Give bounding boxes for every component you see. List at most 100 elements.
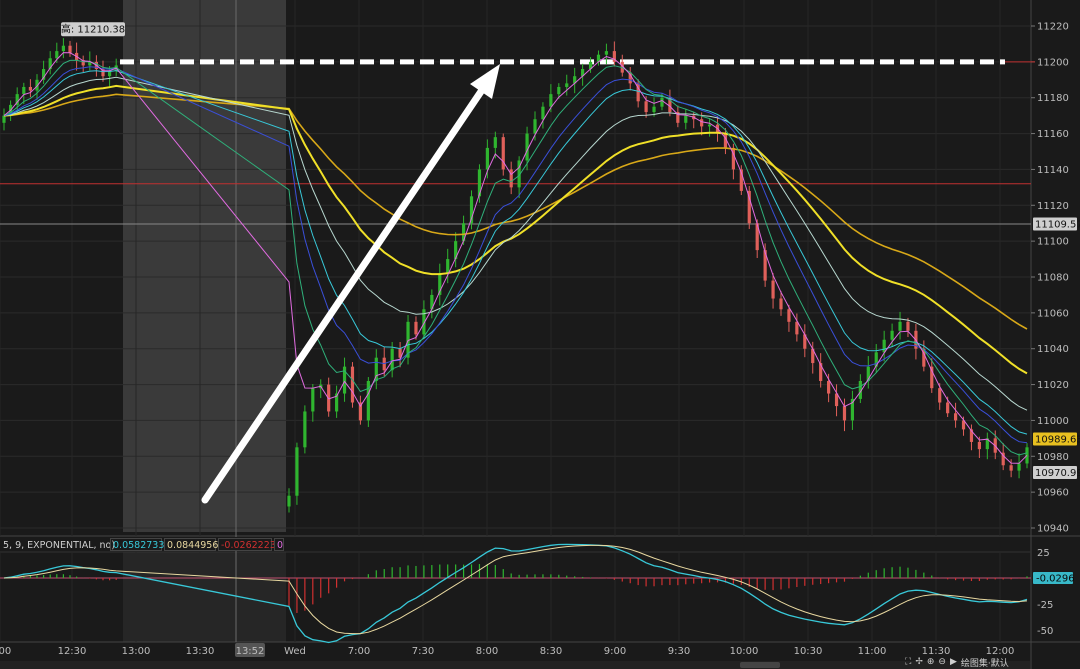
- drawing-icon[interactable]: ⛶: [905, 657, 911, 667]
- candle-body: [22, 86, 26, 95]
- candle-body: [795, 321, 799, 335]
- zoom-out-icon[interactable]: ⊖: [938, 657, 946, 667]
- candle-body: [525, 133, 529, 161]
- chart-toolbar: ⛶ ✢ ⊕ ⊖ ▶ 绘图集·默认: [905, 655, 1080, 669]
- time-tick-label: Wed: [284, 646, 306, 657]
- play-icon[interactable]: ▶: [950, 657, 957, 667]
- price-tick-label: 10940: [1037, 524, 1069, 535]
- candle-body: [787, 309, 791, 322]
- resistance-axis-tick: [1031, 61, 1035, 63]
- candle-body: [684, 115, 688, 123]
- price-tick-label: 11140: [1037, 165, 1069, 176]
- time-tick-label: 11:00: [858, 646, 887, 657]
- price-tick-label: 11060: [1037, 308, 1069, 319]
- candle-body: [946, 402, 950, 414]
- candle-body: [842, 406, 847, 421]
- candle-body: [1017, 463, 1021, 471]
- macd-legend: 5, 9, EXPONENTIAL, no)0.0582733 0.0844956…: [0, 537, 284, 551]
- time-tick-label: 10:30: [794, 646, 823, 657]
- horizontal-scrollbar[interactable]: [0, 661, 1030, 669]
- candle-body: [707, 124, 712, 127]
- candle-body: [906, 321, 910, 331]
- candle-body: [2, 115, 6, 123]
- candle-body: [604, 51, 609, 55]
- macd-extended-shade: [123, 552, 286, 642]
- candle-body: [414, 321, 418, 335]
- candle-body: [882, 339, 886, 353]
- zoom-in-icon[interactable]: ⊕: [927, 657, 935, 667]
- time-tick-label: 13:00: [122, 646, 151, 657]
- macd-legend-item: 0.0844956: [167, 540, 218, 551]
- candle-body: [977, 441, 981, 450]
- candle-body: [350, 366, 355, 403]
- candle-body: [390, 348, 394, 371]
- candle-body: [28, 86, 32, 91]
- candle-body: [898, 321, 902, 331]
- candle-body: [501, 137, 505, 170]
- candle-body: [485, 147, 489, 170]
- candle-body: [953, 413, 958, 421]
- price-tick-label: 11200: [1037, 57, 1069, 68]
- macd-legend-item: 0.0582733: [113, 540, 164, 551]
- candle-body: [660, 97, 664, 107]
- stock-chart[interactable]: 25-25-50-0.02965, 9, EXPONENTIAL, no)0.0…: [0, 0, 1080, 669]
- scrollbar-thumb[interactable]: [740, 662, 780, 668]
- candle-body: [295, 447, 299, 496]
- candle-body: [311, 388, 315, 412]
- price-tick-label: 11080: [1037, 273, 1069, 284]
- price-tick-label: 11160: [1037, 129, 1069, 140]
- candle-body: [549, 94, 553, 107]
- time-tick-label: 13:30: [186, 646, 215, 657]
- candle-body: [557, 86, 561, 95]
- time-cursor-label: 13:52: [236, 646, 265, 657]
- price-tick-label: 11020: [1037, 380, 1069, 391]
- candle-body: [1009, 465, 1013, 471]
- time-tick-label: 9:00: [604, 646, 626, 657]
- time-tick-label: 10:00: [730, 646, 759, 657]
- price-tick-label: 11220: [1037, 22, 1069, 33]
- time-tick-label: 12:30: [58, 646, 87, 657]
- drawing-set-label[interactable]: 绘图集·默认: [961, 656, 1009, 669]
- candle-body: [890, 330, 894, 340]
- high-label: 高: 11210.38: [61, 23, 125, 36]
- time-tick-label: 7:30: [412, 646, 434, 657]
- last-price-tag: 10970.99: [1035, 468, 1080, 479]
- candle-body: [644, 101, 648, 113]
- candle-body: [827, 380, 831, 394]
- macd-tick-label: -50: [1037, 626, 1053, 637]
- candle-body: [287, 495, 291, 507]
- candle-body: [533, 119, 537, 134]
- candle-body: [303, 411, 307, 448]
- candle-body: [565, 83, 569, 87]
- macd-tick-label: 25: [1037, 548, 1050, 559]
- price-tick-label: 11000: [1037, 416, 1069, 427]
- candle-body: [700, 119, 704, 127]
- price-tick-label: 11040: [1037, 344, 1069, 355]
- crosshair-icon[interactable]: ✢: [915, 657, 923, 667]
- extended-hours-shade: [123, 0, 286, 532]
- last-ema-price-tag: 10989.63: [1035, 435, 1080, 446]
- time-tick-label: 2:00: [0, 646, 11, 657]
- candle-body: [771, 280, 775, 299]
- time-tick-label: 7:00: [348, 646, 370, 657]
- candle-body: [541, 106, 545, 120]
- price-tick-label: 11180: [1037, 93, 1069, 104]
- macd-current-label: -0.0296: [1036, 574, 1075, 585]
- price-tick-label: 11100: [1037, 237, 1069, 248]
- candle-body: [446, 259, 450, 274]
- price-tick-label: 10960: [1037, 488, 1069, 499]
- time-tick-label: 8:00: [476, 646, 498, 657]
- candle-body: [61, 45, 65, 52]
- price-tick-label: 10980: [1037, 452, 1069, 463]
- candle-body: [55, 51, 59, 59]
- candle-body: [652, 106, 656, 113]
- candle-body: [68, 45, 72, 53]
- candle-body: [493, 137, 497, 148]
- macd-legend-item: -0.0262223: [221, 540, 276, 551]
- macd-legend-item: 5, 9, EXPONENTIAL, no): [3, 540, 115, 551]
- candle-body: [938, 388, 942, 403]
- time-tick-label: 9:30: [668, 646, 690, 657]
- cursor-price-tag: 11109.57: [1035, 219, 1080, 230]
- candle-body: [779, 298, 783, 310]
- time-tick-label: 8:30: [540, 646, 562, 657]
